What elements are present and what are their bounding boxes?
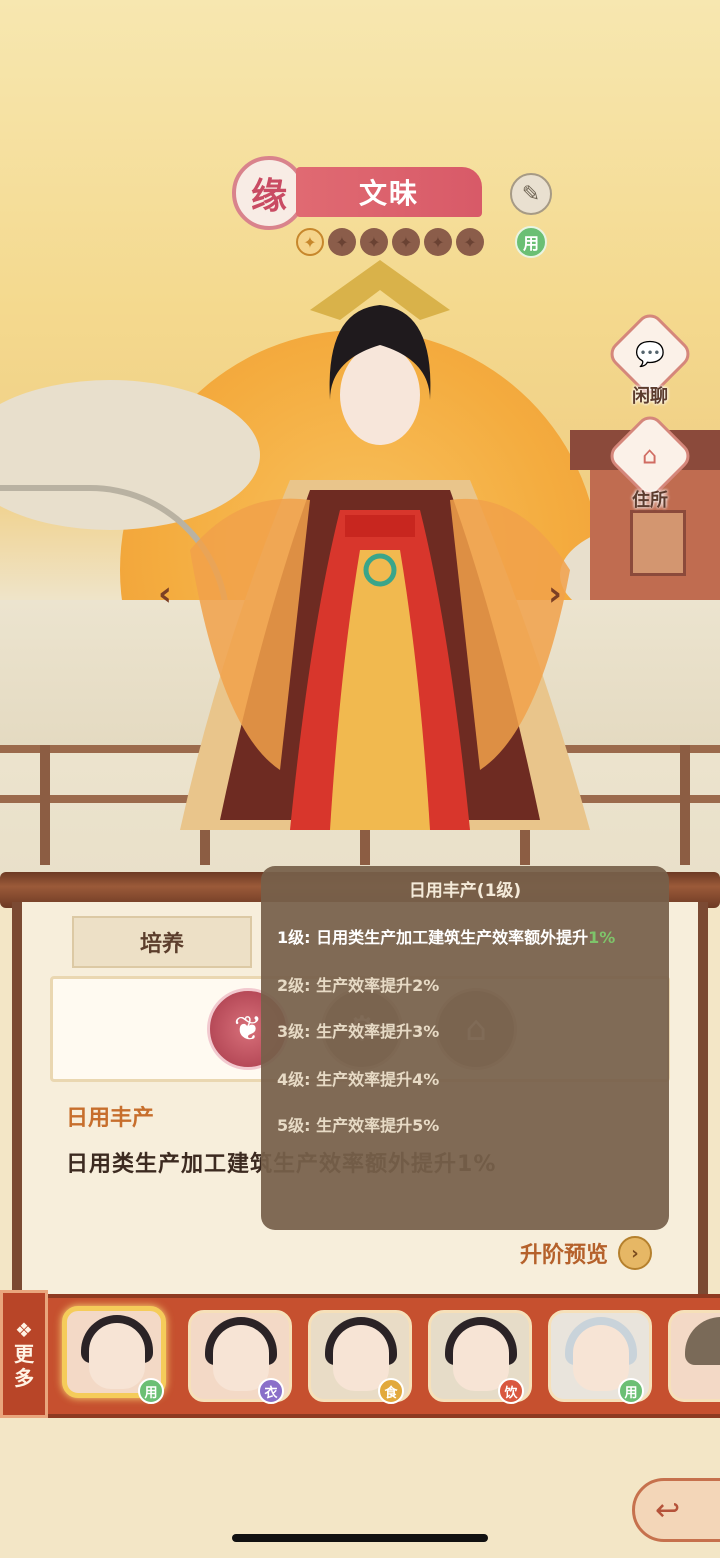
skill-tooltip: 日用丰产(1级) 1级: 日用类生产加工建筑生产效率额外提升1% 2级: 生产效… xyxy=(261,866,669,1230)
type-tag: 衣 xyxy=(258,1378,284,1404)
back-arrow-icon: ↩ xyxy=(655,1492,681,1528)
home-indicator xyxy=(232,1534,488,1542)
tooltip-level-2: 2级: 生产效率提升2% xyxy=(277,976,440,995)
upgrade-preview-button[interactable]: 升阶预览 › xyxy=(520,1236,653,1270)
leaf-icon: ❦ xyxy=(233,1009,263,1049)
chevron-right-icon: › xyxy=(618,1236,653,1270)
tooltip-level-3: 3级: 生产效率提升3% xyxy=(277,1022,440,1041)
star-icon: ✦ xyxy=(456,228,484,256)
star-icon: ✦ xyxy=(296,228,324,256)
chat-button[interactable]: 💬 xyxy=(604,308,696,400)
type-tag: 食 xyxy=(378,1378,404,1404)
tab-cultivate[interactable]: 培养 xyxy=(72,916,252,968)
tooltip-title: 日用丰产(1级) xyxy=(408,881,522,901)
type-tag: 用 xyxy=(618,1378,644,1404)
speech-bubble-icon: 💬 xyxy=(635,339,665,368)
chat-label: 闲聊 xyxy=(632,386,668,407)
star-icon: ✦ xyxy=(360,228,388,256)
tooltip-level-5: 5级: 生产效率提升5% xyxy=(277,1116,440,1135)
next-character-button[interactable]: › xyxy=(540,574,570,614)
brush-icon: ✎ xyxy=(521,181,541,207)
prev-character-button[interactable]: ‹ xyxy=(150,574,180,614)
affinity-badge: 缘 xyxy=(232,156,306,230)
type-tag: 用 xyxy=(138,1378,164,1404)
star-icon: ✦ xyxy=(392,228,420,256)
star-rating: ✦ ✦ ✦ ✦ ✦ ✦ xyxy=(296,228,484,256)
diamond-icon: ❖ xyxy=(15,1318,33,1342)
house-icon: ⌂ xyxy=(642,441,658,470)
roster-avatar[interactable] xyxy=(668,1310,720,1402)
back-button[interactable]: ↩ xyxy=(632,1478,720,1542)
type-tag: 饮 xyxy=(498,1378,524,1404)
rename-button[interactable]: ✎ xyxy=(510,173,552,215)
type-badge: 用 xyxy=(515,226,547,258)
star-icon: ✦ xyxy=(424,228,452,256)
pavilion-window xyxy=(630,510,686,576)
character-name: 文昧 xyxy=(296,167,482,217)
more-button[interactable]: ❖ 更 多 xyxy=(0,1290,48,1418)
residence-label: 住所 xyxy=(632,490,668,511)
tooltip-level-4: 4级: 生产效率提升4% xyxy=(277,1070,440,1089)
skill-name: 日用丰产 xyxy=(66,1106,155,1131)
tooltip-level-1: 1级: 日用类生产加工建筑生产效率额外提升1% xyxy=(277,928,616,947)
upgrade-preview-label: 升阶预览 xyxy=(520,1243,609,1268)
residence-button[interactable]: ⌂ xyxy=(604,410,696,502)
star-icon: ✦ xyxy=(328,228,356,256)
character-portrait xyxy=(180,260,590,830)
